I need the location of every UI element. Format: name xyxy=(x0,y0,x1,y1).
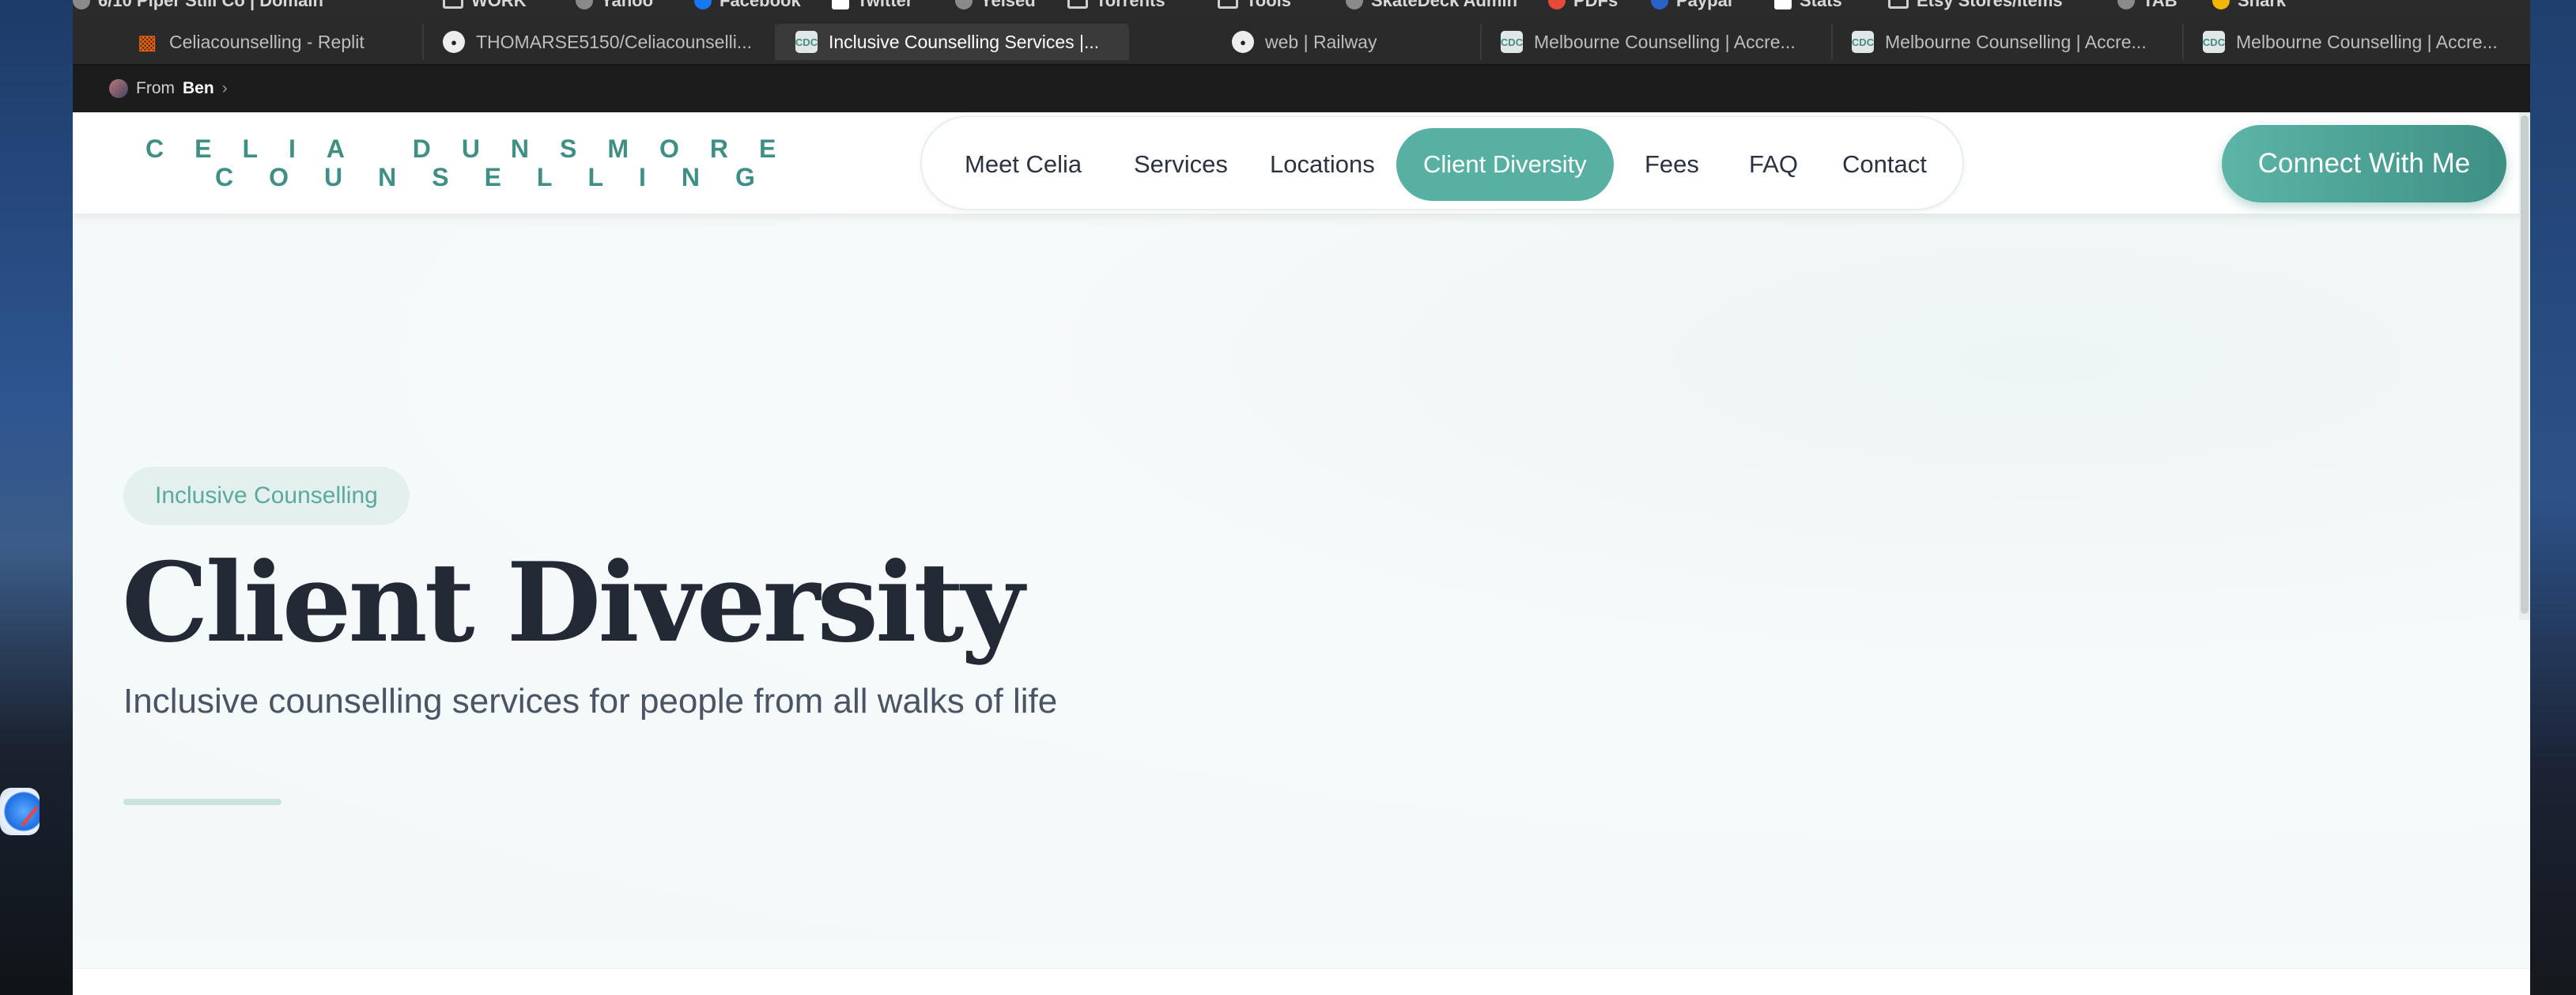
next-section-edge xyxy=(73,968,2530,995)
safari-icon[interactable] xyxy=(0,788,40,835)
stats-icon xyxy=(1774,0,1792,9)
tab-title: Melbourne Counselling | Accre... xyxy=(1885,31,2147,52)
bookmark-label: Torrents xyxy=(1096,0,1165,10)
nav-fees[interactable]: Fees xyxy=(1618,128,1726,201)
bookmark-item[interactable]: WORK xyxy=(443,0,527,11)
chevron-right-icon: › xyxy=(221,79,228,97)
page-title: Client Diversity xyxy=(122,538,1024,667)
desktop-wallpaper-left xyxy=(0,0,73,995)
nav-faq[interactable]: FAQ xyxy=(1722,128,1825,201)
bookmark-label: Stats xyxy=(1800,0,1842,10)
tab-title: Melbourne Counselling | Accre... xyxy=(2236,31,2498,52)
tab-title: web | Railway xyxy=(1265,31,1377,52)
nav-contact[interactable]: Contact xyxy=(1815,128,1954,201)
from-name: Ben xyxy=(183,79,214,97)
tab-melbourne-counselling[interactable]: CDC Melbourne Counselling | Accre... xyxy=(2184,24,2530,60)
bookmark-label: Facebook xyxy=(720,0,801,10)
bookmark-label: SkateDeck Admin xyxy=(1371,0,1518,10)
bookmark-item[interactable]: Yahoo xyxy=(576,0,653,11)
main-nav: Meet Celia Services Locations Client Div… xyxy=(920,115,1964,210)
bookmark-item[interactable]: Twitter xyxy=(832,0,912,11)
bookmarks-bar: 6/10 Piper Still Co | Domain WORK Yahoo … xyxy=(73,0,2530,19)
cdc-icon: CDC xyxy=(795,31,818,53)
bookmark-label: PDFs xyxy=(1573,0,1618,10)
tab-replit[interactable]: ▩ Celiacounselling - Replit xyxy=(73,24,424,60)
bookmark-item[interactable]: Yelsed xyxy=(955,0,1036,11)
bookmark-label: 6/10 Piper Still Co | Domain xyxy=(98,0,323,10)
x-icon xyxy=(832,0,849,9)
connect-with-me-button[interactable]: Connect With Me xyxy=(2222,125,2506,202)
globe-icon xyxy=(955,0,973,9)
bookmark-label: Tools xyxy=(1246,0,1292,10)
bookmark-label: Shark xyxy=(2238,0,2287,10)
bookmark-item[interactable]: Facebook xyxy=(694,0,801,11)
hero-divider xyxy=(123,799,281,805)
folder-icon xyxy=(1888,0,1909,9)
avatar xyxy=(109,79,128,98)
tab-melbourne-counselling[interactable]: CDC Melbourne Counselling | Accre... xyxy=(1833,24,2184,60)
hero-section: Inclusive Counselling Client Diversity I… xyxy=(73,214,2530,941)
pdf-icon xyxy=(1548,0,1566,9)
page-scrollbar[interactable] xyxy=(2519,112,2530,620)
nav-services[interactable]: Services xyxy=(1107,128,1255,201)
folder-icon xyxy=(1067,0,1088,9)
bookmark-item[interactable]: Shark xyxy=(2212,0,2286,11)
hero-subtitle: Inclusive counselling services for peopl… xyxy=(123,682,1058,721)
nav-locations[interactable]: Locations xyxy=(1243,128,1402,201)
logo-line-2: COUNSELLING xyxy=(215,163,791,191)
bookmark-label: Yahoo xyxy=(601,0,654,10)
facebook-icon xyxy=(694,0,712,9)
bookmark-item[interactable]: SkateDeck Admin xyxy=(1346,0,1517,11)
logo-line-1: CELIA DUNSMORE xyxy=(145,134,807,163)
site-logo[interactable]: CELIA DUNSMORE COUNSELLING xyxy=(145,134,807,191)
tab-title: Celiacounselling - Replit xyxy=(169,31,364,52)
bookmark-item[interactable]: Paypal xyxy=(1651,0,1732,11)
tab-title: Inclusive Counselling Services |... xyxy=(829,31,1100,52)
bookmark-item[interactable]: Torrents xyxy=(1067,0,1165,11)
cdc-icon: CDC xyxy=(2203,31,2225,53)
cdc-icon: CDC xyxy=(1852,31,1874,53)
bookmark-item[interactable]: Etsy Stores/Items xyxy=(1888,0,2063,11)
folder-icon xyxy=(1218,0,1238,9)
tab-inclusive-counselling[interactable]: CDC Inclusive Counselling Services |... xyxy=(776,24,1129,60)
bookmark-item[interactable]: 6/10 Piper Still Co | Domain xyxy=(73,0,323,11)
bookmark-label: Twitter xyxy=(857,0,913,10)
bookmark-label: Yelsed xyxy=(980,0,1036,10)
github-icon: ● xyxy=(443,31,465,53)
desktop-wallpaper-right xyxy=(2530,0,2576,995)
site-header: CELIA DUNSMORE COUNSELLING Meet Celia Se… xyxy=(73,112,2530,214)
tab-title: THOMARSE5150/Celiacounselli... xyxy=(476,31,752,52)
tab-railway[interactable]: ● web | Railway xyxy=(1129,24,1482,60)
nav-client-diversity[interactable]: Client Diversity xyxy=(1396,128,1614,201)
bookmark-label: Paypal xyxy=(1676,0,1732,10)
hero-eyebrow-badge: Inclusive Counselling xyxy=(123,467,410,525)
cdc-icon: CDC xyxy=(1501,31,1523,53)
bookmark-label: WORK xyxy=(471,0,527,10)
bookmark-label: Etsy Stores/Items xyxy=(1917,0,2063,10)
bookmark-label: TAB xyxy=(2143,0,2178,10)
tab-melbourne-counselling[interactable]: CDC Melbourne Counselling | Accre... xyxy=(1482,24,1833,60)
paypal-icon xyxy=(1651,0,1668,9)
globe-icon xyxy=(1346,0,1363,9)
nav-meet-celia[interactable]: Meet Celia xyxy=(938,128,1109,201)
tab-bar: ▩ Celiacounselling - Replit ● THOMARSE51… xyxy=(73,19,2530,65)
tab-title: Melbourne Counselling | Accre... xyxy=(1534,31,1796,52)
browser-window: 6/10 Piper Still Co | Domain WORK Yahoo … xyxy=(73,0,2530,995)
globe-icon xyxy=(576,0,593,9)
tab-github[interactable]: ● THOMARSE5150/Celiacounselli... xyxy=(424,24,776,60)
replit-icon: ▩ xyxy=(137,29,157,54)
bookmark-item[interactable]: Stats xyxy=(1774,0,1842,11)
page-viewport: Inclusive Counselling Client Diversity I… xyxy=(73,112,2530,995)
railway-icon: ● xyxy=(1232,31,1254,53)
from-label: From xyxy=(136,79,175,97)
bookmark-item[interactable]: Tools xyxy=(1218,0,1291,11)
chart-icon xyxy=(73,0,90,9)
bookmark-item[interactable]: PDFs xyxy=(1548,0,1618,11)
scrollbar-thumb[interactable] xyxy=(2521,115,2529,614)
folder-icon xyxy=(443,0,463,9)
shared-from-bar[interactable]: From Ben › xyxy=(73,65,2530,112)
bookmark-item[interactable]: TAB xyxy=(2117,0,2178,11)
globe-icon xyxy=(2117,0,2135,9)
shark-icon xyxy=(2212,0,2230,9)
